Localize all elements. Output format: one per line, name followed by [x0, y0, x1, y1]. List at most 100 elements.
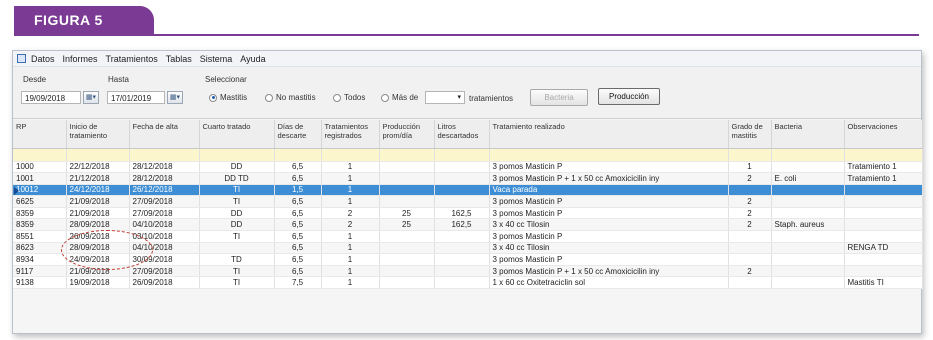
table-cell: TI	[199, 265, 275, 278]
table-cell: 21/12/2018	[66, 172, 130, 185]
table-cell	[199, 242, 275, 255]
col-rp[interactable]: RP	[13, 120, 67, 149]
table-row[interactable]: 1001 21/12/2018 28/12/2018 DD TD 6,5 1 3 pomos…	[13, 172, 923, 185]
menu-sistema[interactable]: Sistema	[200, 54, 233, 64]
col-bacteria[interactable]: Bacteria	[771, 120, 845, 149]
table-cell	[771, 195, 845, 208]
col-fecha-alta[interactable]: Fecha de alta	[129, 120, 200, 149]
table-cell	[379, 161, 435, 174]
table-cell	[434, 265, 490, 278]
table-cell: 21/09/2018	[66, 195, 130, 208]
table-cell: 6,5	[274, 172, 322, 185]
radio-dot	[381, 93, 389, 102]
table-cell: 3 pomos Masticin P	[489, 195, 729, 208]
table-cell: DD	[199, 207, 275, 220]
radio-mas-de[interactable]: Más de	[381, 93, 418, 102]
col-grado[interactable]: Grado de mastitis	[728, 120, 772, 149]
col-dias-descarte[interactable]: Días de descarte	[274, 120, 322, 149]
col-litros[interactable]: Litros descartados	[434, 120, 490, 149]
table-cell: 3 pomos Masticin P	[489, 230, 729, 243]
table-cell	[379, 195, 435, 208]
table-cell: 04/10/2018	[129, 218, 200, 232]
table-cell: 2	[728, 195, 772, 208]
radio-dot	[333, 93, 341, 102]
table-cell	[434, 161, 490, 174]
hasta-calendar-icon[interactable]: ▦▾	[167, 91, 183, 104]
table-cell: 30/09/2018	[129, 253, 200, 266]
table-cell: Mastitis TI	[844, 276, 923, 290]
table-cell: 1	[321, 172, 380, 185]
hasta-date-input[interactable]: 17/01/2019	[107, 91, 165, 104]
table-cell	[728, 230, 772, 243]
table-row[interactable]: 10012 24/12/2018 26/12/2018 TI 1,5 1 Vaca para…	[13, 184, 923, 197]
table-cell: 26/12/2018	[129, 184, 200, 197]
table-cell: 28/12/2018	[129, 161, 200, 174]
table-cell: 27/09/2018	[129, 195, 200, 208]
table-row[interactable]: 8359 28/09/2018 04/10/2018 DD 6,5 2 25 162,5 3 x…	[13, 218, 923, 232]
table-cell	[434, 230, 490, 243]
col-tratamiento-realizado[interactable]: Tratamiento realizado	[489, 120, 729, 149]
table-cell: 10012	[13, 184, 67, 197]
radio-mastitis[interactable]: Mastitis	[209, 93, 247, 102]
radio-no-mastitis[interactable]: No mastitis	[265, 93, 316, 102]
table-cell	[728, 242, 772, 255]
table-cell	[379, 172, 435, 185]
table-row[interactable]: 6625 21/09/2018 27/09/2018 TI 6,5 1 3 pomos Ma…	[13, 195, 923, 208]
table-cell	[434, 195, 490, 208]
table-cell: 3 pomos Masticin P	[489, 253, 729, 266]
table-cell: 9138	[13, 276, 67, 290]
table-cell	[728, 276, 772, 290]
table-row[interactable]: 8359 21/09/2018 27/09/2018 DD 6,5 2 25 162,5 3 p…	[13, 207, 923, 220]
col-observaciones[interactable]: Observaciones	[844, 120, 923, 149]
bacteria-button[interactable]: Bacteria	[530, 89, 588, 106]
table-cell: 03/10/2018	[129, 230, 200, 243]
radio-dot	[209, 93, 217, 102]
menu-tratamientos[interactable]: Tratamientos	[106, 54, 158, 64]
table-cell	[379, 253, 435, 266]
table-cell	[379, 242, 435, 255]
table-cell: 6,5	[274, 207, 322, 220]
table-cell	[771, 230, 845, 243]
menu-ayuda[interactable]: Ayuda	[240, 54, 265, 64]
table-cell: 8359	[13, 207, 67, 220]
desde-calendar-icon[interactable]: ▦▾	[83, 91, 99, 104]
col-cuarto[interactable]: Cuarto tratado	[199, 120, 275, 149]
mas-de-count-select[interactable]: ▾	[425, 91, 465, 104]
table-cell: 22/12/2018	[66, 161, 130, 174]
table-cell: 3 x 40 cc Tilosin	[489, 242, 729, 255]
filter-panel: Desde 19/09/2018 ▦▾ Hasta 17/01/2019 ▦▾ …	[13, 67, 921, 119]
radio-todos[interactable]: Todos	[333, 93, 365, 102]
table-cell	[434, 253, 490, 266]
table-cell: DD TD	[199, 172, 275, 185]
menu-datos[interactable]: Datos	[31, 54, 55, 64]
col-produccion[interactable]: Producción prom/día	[379, 120, 435, 149]
menu-tablas[interactable]: Tablas	[166, 54, 192, 64]
table-row[interactable]: 9117 21/09/2018 27/09/2018 TI 6,5 1 3 pomos Ma…	[13, 265, 923, 278]
table-cell	[844, 230, 923, 243]
table-cell: 1	[321, 230, 380, 243]
produccion-button[interactable]: Producción	[598, 88, 660, 105]
table-row[interactable]: 1000 22/12/2018 28/12/2018 DD 6,5 1 3 pomos Ma…	[13, 161, 923, 174]
table-cell: RENGA TD	[844, 242, 923, 255]
table-cell	[434, 184, 490, 197]
table-row[interactable]: 8934 24/09/2018 30/09/2018 TD 6,5 1 3 pomos Ma…	[13, 253, 923, 266]
table-cell	[844, 207, 923, 220]
table-row[interactable]: 8551 26/09/2018 03/10/2018 TI 6,5 1 3 pomos Ma…	[13, 230, 923, 243]
table-cell: 2	[728, 218, 772, 232]
filter-row[interactable]	[13, 148, 923, 162]
table-cell	[844, 195, 923, 208]
table-row[interactable]: 8623 28/09/2018 04/10/2018 6,5 1 3 x 40 cc Ti…	[13, 242, 923, 255]
table-cell: 1	[321, 276, 380, 290]
table-row[interactable]: 9138 19/09/2018 26/09/2018 TI 7,5 1 1 x 60 cc …	[13, 276, 923, 290]
table-cell	[844, 265, 923, 278]
table-cell: 2	[728, 172, 772, 185]
col-tratamientos-registrados[interactable]: Tratamientos registrados	[321, 120, 380, 149]
radio-label: Todos	[344, 93, 366, 102]
table-cell: 8934	[13, 253, 67, 266]
table-cell: 162,5	[434, 218, 490, 232]
table-cell: 24/09/2018	[66, 253, 130, 266]
menu-informes[interactable]: Informes	[63, 54, 98, 64]
desde-date-input[interactable]: 19/09/2018	[21, 91, 81, 104]
col-inicio[interactable]: Inicio de tratamiento	[66, 120, 130, 149]
table-cell: 28/12/2018	[129, 172, 200, 185]
